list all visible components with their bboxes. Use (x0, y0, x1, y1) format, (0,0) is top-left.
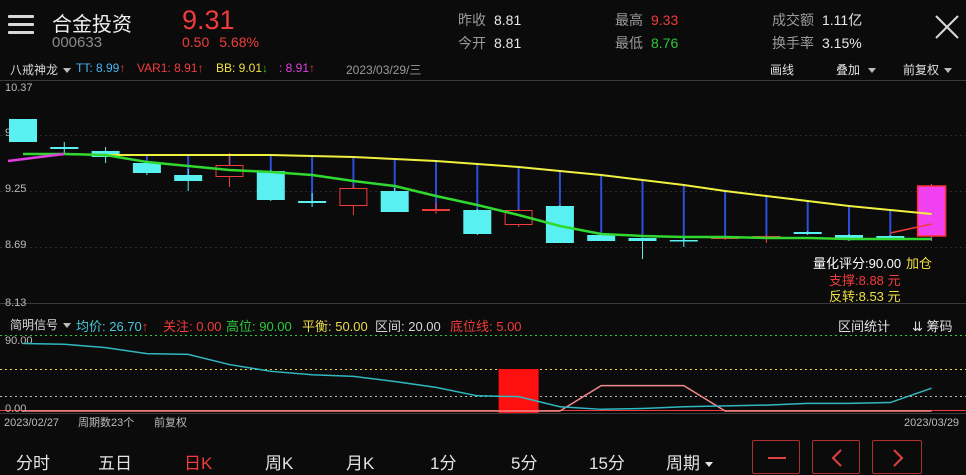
tab-5min[interactable]: 5分 (511, 449, 537, 474)
signal-chart[interactable]: 90.00 0.00 2023/02/27 周期数23个 前复权 2023/03… (0, 333, 966, 433)
tab-monthly-k[interactable]: 月K (346, 449, 374, 474)
price-change: 0.50 5.68% (182, 34, 269, 50)
candle[interactable] (9, 119, 37, 142)
score-label: 量化评分:90.00 (813, 256, 901, 271)
chevron-down-icon (705, 462, 713, 468)
chevron-down-icon (63, 68, 72, 74)
quote-amount: 成交额 1.11亿 (772, 12, 863, 28)
chips-icon: ⇊ (912, 319, 927, 334)
avg-line (22, 342, 932, 411)
tab-period[interactable]: 周期 (666, 449, 713, 474)
indicator-toolbar: 八戒神龙 TT: 8.99↑ VAR1: 8.91↑ BB: 9.01↓ : 8… (0, 58, 966, 80)
legend-var1: VAR1: 8.91↑ (137, 61, 204, 75)
tab-timeshare[interactable]: 分时 (16, 449, 50, 474)
price-tick: 8.13 (5, 297, 26, 309)
quote-header: 合金投资 000633 9.31 0.50 5.68% 昨收 8.81 今开 8.81… (0, 0, 966, 56)
legend-extra: : 8.91↑ (279, 61, 316, 75)
quote-open: 今开 8.81 (458, 35, 522, 51)
price-tick: 8.69 (5, 239, 26, 251)
chevron-left-icon (831, 449, 842, 467)
candle[interactable] (298, 193, 327, 207)
candle[interactable] (339, 185, 368, 215)
tab-daily-k[interactable]: 日K (184, 449, 212, 474)
sub-top-label: 90.00 (5, 335, 33, 347)
axis-adjust: 前复权 (154, 415, 187, 429)
tab-five-day[interactable]: 五日 (98, 449, 132, 474)
candle[interactable] (463, 209, 492, 235)
cursor-date: 2023/03/29/三 (346, 63, 422, 77)
minus-icon (768, 457, 786, 459)
overlay-button[interactable]: 叠加 (836, 61, 877, 78)
scroll-right-button[interactable] (872, 440, 922, 474)
tab-weekly-k[interactable]: 周K (265, 449, 293, 474)
tab-1min[interactable]: 1分 (430, 449, 456, 474)
stock-code: 000633 (52, 34, 103, 51)
legend-bb: BB: 9.01↓ (216, 61, 269, 75)
axis-start-date: 2023/02/27 (4, 417, 59, 429)
change-percent: 5.68% (219, 34, 259, 50)
signal-indicator-select[interactable]: 简明信号 (10, 316, 72, 333)
focus-line (23, 384, 932, 412)
candle[interactable] (174, 169, 203, 191)
quote-low: 最低 8.76 (615, 35, 679, 51)
menu-icon[interactable] (8, 14, 34, 36)
draw-button[interactable]: 画线 (770, 61, 794, 78)
candle[interactable] (380, 188, 409, 212)
indicator-select[interactable]: 八戒神龙 (10, 61, 72, 78)
signal-bar (498, 369, 539, 413)
quote-prev-close: 昨收 8.81 (458, 12, 522, 28)
close-icon[interactable] (934, 14, 960, 40)
chevron-down-icon (944, 68, 953, 74)
add-position-label: 加仓 (906, 256, 932, 271)
candle[interactable] (669, 238, 698, 247)
chevron-down-icon (63, 323, 72, 329)
chevron-down-icon (868, 68, 877, 74)
quote-high: 最高 9.33 (615, 12, 679, 28)
chart-annotations: 量化评分:90.00 加仓 支撑:8.88 元 反转:8.53 元 (813, 256, 932, 304)
candle[interactable] (256, 170, 285, 201)
zoom-out-button[interactable] (752, 440, 800, 474)
stock-name: 合金投资 (52, 14, 132, 36)
price-tick: 10.37 (5, 82, 33, 94)
support-label: 支撑:8.88 元 (829, 273, 901, 288)
tab-15min[interactable]: 15分 (589, 449, 625, 474)
quote-turnover: 换手率 3.15% (772, 35, 862, 51)
current-price: 9.31 (182, 5, 235, 35)
change-amount: 0.50 (182, 34, 210, 50)
adjust-button[interactable]: 前复权 (903, 61, 953, 78)
legend-tt: TT: 8.99↑ (76, 61, 126, 75)
chevron-right-icon (893, 449, 904, 467)
price-tick: 9.25 (5, 183, 26, 195)
reverse-label: 反转:8.53 元 (829, 289, 901, 304)
candlestick-chart[interactable]: 10.37 9.81 9.25 8.69 8.13 量化评分:90.00 加仓 … (0, 80, 966, 310)
candle[interactable] (793, 231, 822, 235)
axis-end-date: 2023/03/29 (904, 417, 959, 429)
signal-toolbar: 简明信号 均价: 26.70↑ 关注: 0.00 高位: 90.00 平衡: 5… (0, 313, 966, 335)
price-axis: 10.37 9.81 9.25 8.69 8.13 (5, 82, 33, 309)
period-count: 周期数23个 (78, 416, 134, 429)
candle[interactable] (422, 203, 450, 214)
scroll-left-button[interactable] (812, 440, 860, 474)
candle[interactable] (628, 238, 657, 259)
